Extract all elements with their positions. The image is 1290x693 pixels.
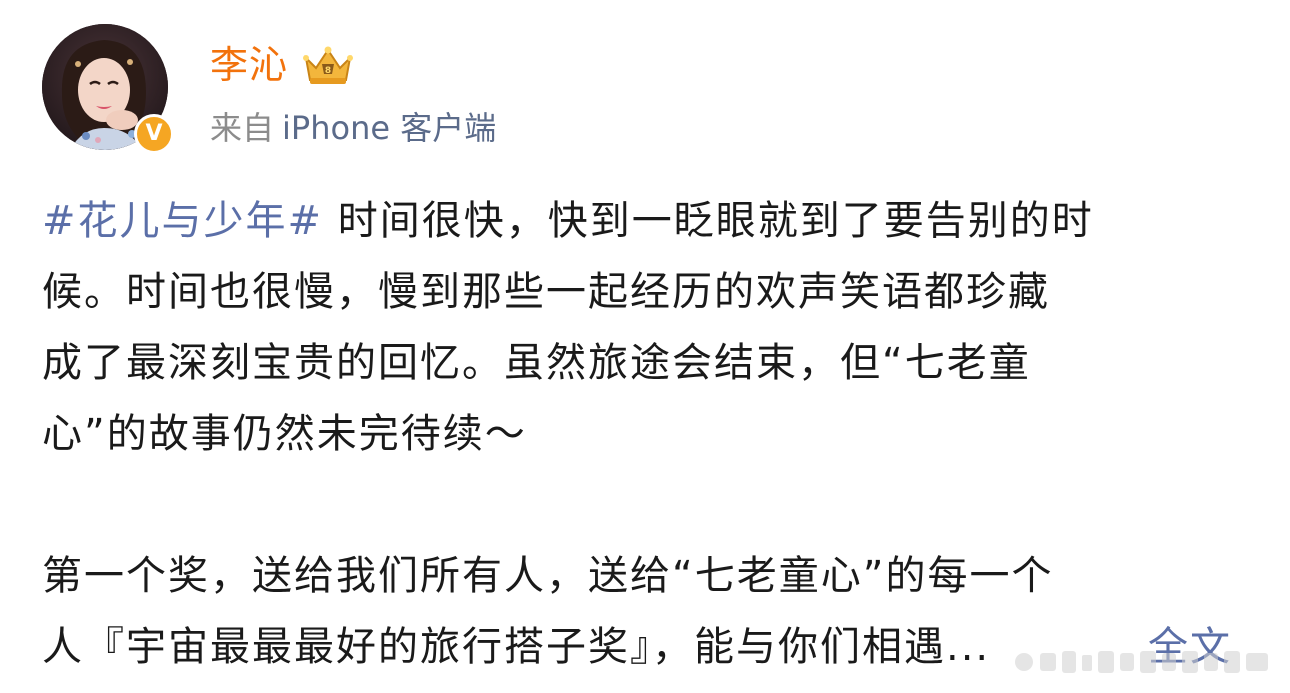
svg-text:8: 8 bbox=[325, 66, 331, 76]
source-prefix: 来自 bbox=[210, 109, 275, 147]
paragraph-text: 时间很快，快到一眨眼就到了要告别的时 bbox=[323, 198, 1094, 244]
paragraph-line: 成了最深刻宝贵的回忆。虽然旅途会结束，但“七老童 bbox=[42, 340, 1031, 386]
crown-icon[interactable]: 8 bbox=[302, 44, 354, 86]
verified-v-icon: V bbox=[134, 114, 174, 154]
author-name-row: 李沁 8 bbox=[210, 38, 354, 92]
paragraph-text: 人『宇宙最最最好的旅行搭子奖』，能与你们相遇... bbox=[42, 624, 991, 670]
hashtag-link[interactable]: #花儿与少年# bbox=[42, 198, 323, 244]
source-device-link[interactable]: iPhone 客户端 bbox=[282, 112, 496, 144]
paragraph-line: 心”的故事仍然未完待续～ bbox=[42, 411, 527, 457]
post-body[interactable]: #花儿与少年# 时间很快，快到一眨眼就到了要告别的时 候。时间也很慢，慢到那些一… bbox=[42, 186, 1252, 683]
paragraph-line: #花儿与少年# 时间很快，快到一眨眼就到了要告别的时 bbox=[42, 186, 1252, 257]
author-name[interactable]: 李沁 bbox=[210, 46, 288, 84]
weibo-watermark bbox=[1010, 645, 1280, 679]
avatar-container[interactable]: V bbox=[42, 24, 174, 154]
post-source: 来自 iPhone 客户端 bbox=[210, 106, 496, 150]
watermark-icon bbox=[1015, 651, 1268, 673]
paragraph-line: 候。时间也很慢，慢到那些一起经历的欢声笑语都珍藏 bbox=[42, 269, 1050, 315]
post-header: V 李沁 8 来自 iPhone 客户端 bbox=[42, 24, 742, 154]
verified-v-letter: V bbox=[145, 121, 163, 146]
paragraph-line: 第一个奖，送给我们所有人，送给“七老童心”的每一个 bbox=[42, 553, 1054, 599]
